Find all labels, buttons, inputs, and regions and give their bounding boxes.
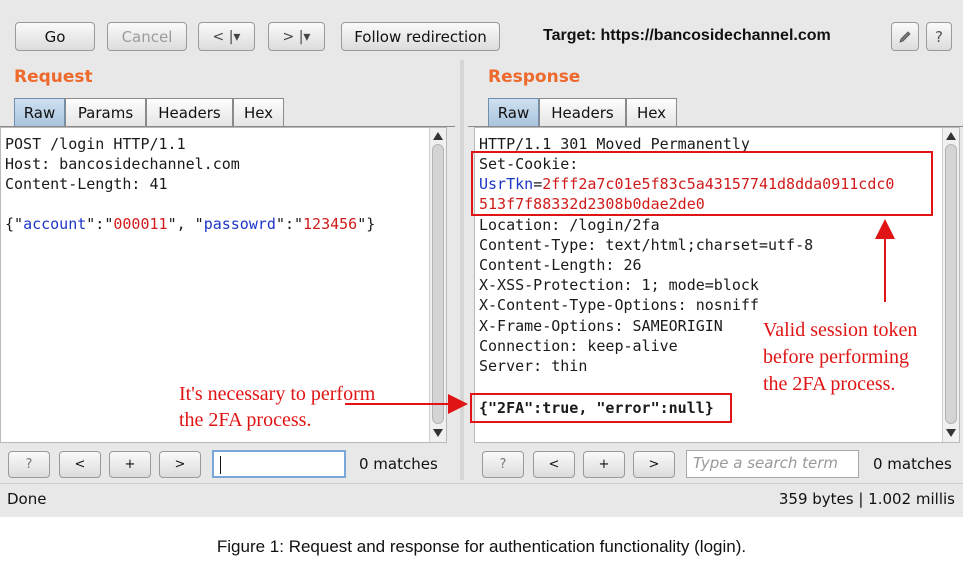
response-match-count: 0 matches bbox=[873, 455, 952, 473]
go-button[interactable]: Go bbox=[15, 22, 95, 51]
response-search-prev-button[interactable]: < bbox=[533, 451, 575, 478]
help-button[interactable]: ? bbox=[926, 22, 952, 51]
token-annotation-line3: the 2FA process. bbox=[763, 373, 896, 395]
json-key-account: account bbox=[23, 215, 87, 233]
request-search-prev-button[interactable]: < bbox=[59, 451, 101, 478]
request-host: Host: bancosidechannel.com bbox=[5, 155, 240, 173]
response-content-type: Content-Type: text/html;charset=utf-8 bbox=[479, 236, 814, 254]
response-tab-hex[interactable]: Hex bbox=[626, 98, 677, 127]
response-content-length: Content-Length: 26 bbox=[479, 256, 642, 274]
target-label: Target: https://bancosidechannel.com bbox=[543, 27, 831, 44]
json-punct: "} bbox=[357, 215, 376, 233]
response-location: Location: /login/2fa bbox=[479, 216, 660, 234]
json-value-password: 123456 bbox=[303, 215, 358, 233]
figure-caption: Figure 1: Request and response for authe… bbox=[216, 537, 747, 556]
twofa-annotation-line1: It's necessary to perform bbox=[179, 383, 376, 405]
scroll-down-icon[interactable] bbox=[946, 429, 956, 437]
json-punct: ":" bbox=[86, 215, 114, 233]
request-body: {"account":"000011", "passowrd":"123456"… bbox=[5, 214, 375, 234]
request-search-help-button[interactable]: ? bbox=[8, 451, 50, 478]
response-title: Response bbox=[488, 67, 581, 87]
twofa-annotation-line2: the 2FA process. bbox=[179, 409, 312, 431]
json-punct: ", " bbox=[167, 215, 204, 233]
request-search-next-button[interactable]: > bbox=[159, 451, 201, 478]
scroll-thumb[interactable] bbox=[945, 144, 957, 424]
request-match-count: 0 matches bbox=[359, 455, 438, 473]
request-tab-headers[interactable]: Headers bbox=[146, 98, 233, 127]
request-scrollbar[interactable] bbox=[429, 128, 446, 442]
scroll-up-icon[interactable] bbox=[433, 132, 443, 140]
token-annotation-line1: Valid session token bbox=[763, 319, 918, 341]
response-search-next-button[interactable]: > bbox=[633, 451, 675, 478]
response-frame-options: X-Frame-Options: SAMEORIGIN bbox=[479, 317, 723, 335]
response-tab-headers[interactable]: Headers bbox=[539, 98, 626, 127]
session-token-highlight-box bbox=[471, 151, 933, 216]
request-tab-raw[interactable]: Raw bbox=[14, 98, 65, 127]
status-bar-separator bbox=[0, 483, 963, 484]
response-search-help-button[interactable]: ? bbox=[482, 451, 524, 478]
json-brace: { bbox=[5, 215, 15, 233]
token-annotation-line2: before performing bbox=[763, 346, 910, 368]
status-text: Done bbox=[7, 490, 47, 508]
request-title: Request bbox=[14, 67, 93, 87]
forward-button[interactable]: > |▾ bbox=[268, 22, 325, 51]
pencil-icon bbox=[899, 30, 911, 43]
request-search-add-button[interactable]: + bbox=[109, 451, 151, 478]
request-line: POST /login HTTP/1.1 bbox=[5, 135, 186, 153]
response-server: Server: thin bbox=[479, 357, 588, 375]
json-value-account: 000011 bbox=[113, 215, 168, 233]
follow-redirection-button[interactable]: Follow redirection bbox=[341, 22, 500, 51]
pane-divider[interactable] bbox=[460, 60, 464, 480]
json-key-password: passowrd bbox=[203, 215, 276, 233]
response-content-type-options: X-Content-Type-Options: nosniff bbox=[479, 296, 759, 314]
json-punct: ":" bbox=[275, 215, 304, 233]
response-scrollbar[interactable] bbox=[942, 128, 959, 442]
scroll-up-icon[interactable] bbox=[946, 132, 956, 140]
response-tab-raw[interactable]: Raw bbox=[488, 98, 539, 127]
request-search-input[interactable] bbox=[212, 450, 346, 478]
response-connection: Connection: keep-alive bbox=[479, 337, 678, 355]
response-search-add-button[interactable]: + bbox=[583, 451, 625, 478]
edit-target-button[interactable] bbox=[891, 22, 919, 51]
text-cursor bbox=[220, 455, 221, 474]
response-search-input[interactable]: Type a search term bbox=[686, 450, 859, 478]
burp-repeater-window: Go Cancel < |▾ > |▾ Follow redirection T… bbox=[0, 0, 963, 517]
response-size-timing: 359 bytes | 1.002 millis bbox=[778, 490, 955, 508]
json-quote: " bbox=[14, 215, 24, 233]
scroll-thumb[interactable] bbox=[432, 144, 444, 424]
back-button[interactable]: < |▾ bbox=[198, 22, 255, 51]
request-content-length: Content-Length: 41 bbox=[5, 175, 168, 193]
response-xss-protection: X-XSS-Protection: 1; mode=block bbox=[479, 276, 759, 294]
request-tab-hex[interactable]: Hex bbox=[233, 98, 284, 127]
twofa-body-highlight-box bbox=[470, 393, 732, 423]
cancel-button[interactable]: Cancel bbox=[107, 22, 187, 51]
request-tab-params[interactable]: Params bbox=[65, 98, 146, 127]
scroll-down-icon[interactable] bbox=[433, 429, 443, 437]
